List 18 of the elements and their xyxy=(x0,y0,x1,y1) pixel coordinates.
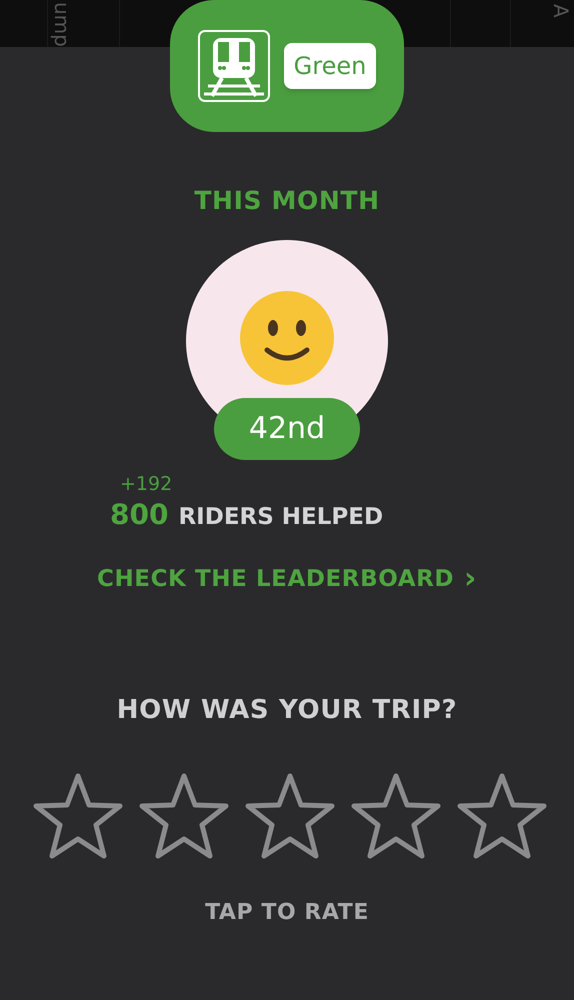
delta-label: +192 xyxy=(120,472,172,494)
trip-question: HOW WAS YOUR TRIP? xyxy=(116,694,458,726)
star-icon[interactable] xyxy=(138,772,230,860)
riders-label: RIDERS HELPED xyxy=(178,503,384,532)
line-name-label: Green xyxy=(284,43,376,89)
rate-hint: TAP TO RATE xyxy=(204,898,370,926)
cropped-label: ump xyxy=(52,2,72,47)
star-icon[interactable] xyxy=(32,772,124,860)
star-icon[interactable] xyxy=(244,772,336,860)
smiley-icon xyxy=(239,290,335,386)
period-heading: THIS MONTH xyxy=(194,185,380,217)
rank-badge: 42nd xyxy=(214,398,360,460)
leaderboard-link[interactable]: CHECK THE LEADERBOARD › xyxy=(97,562,477,596)
star-icon[interactable] xyxy=(350,772,442,860)
cropped-label: A xyxy=(551,4,571,18)
star-icon[interactable] xyxy=(456,772,548,860)
riders-count: 800 xyxy=(110,497,168,533)
train-icon xyxy=(198,30,270,102)
